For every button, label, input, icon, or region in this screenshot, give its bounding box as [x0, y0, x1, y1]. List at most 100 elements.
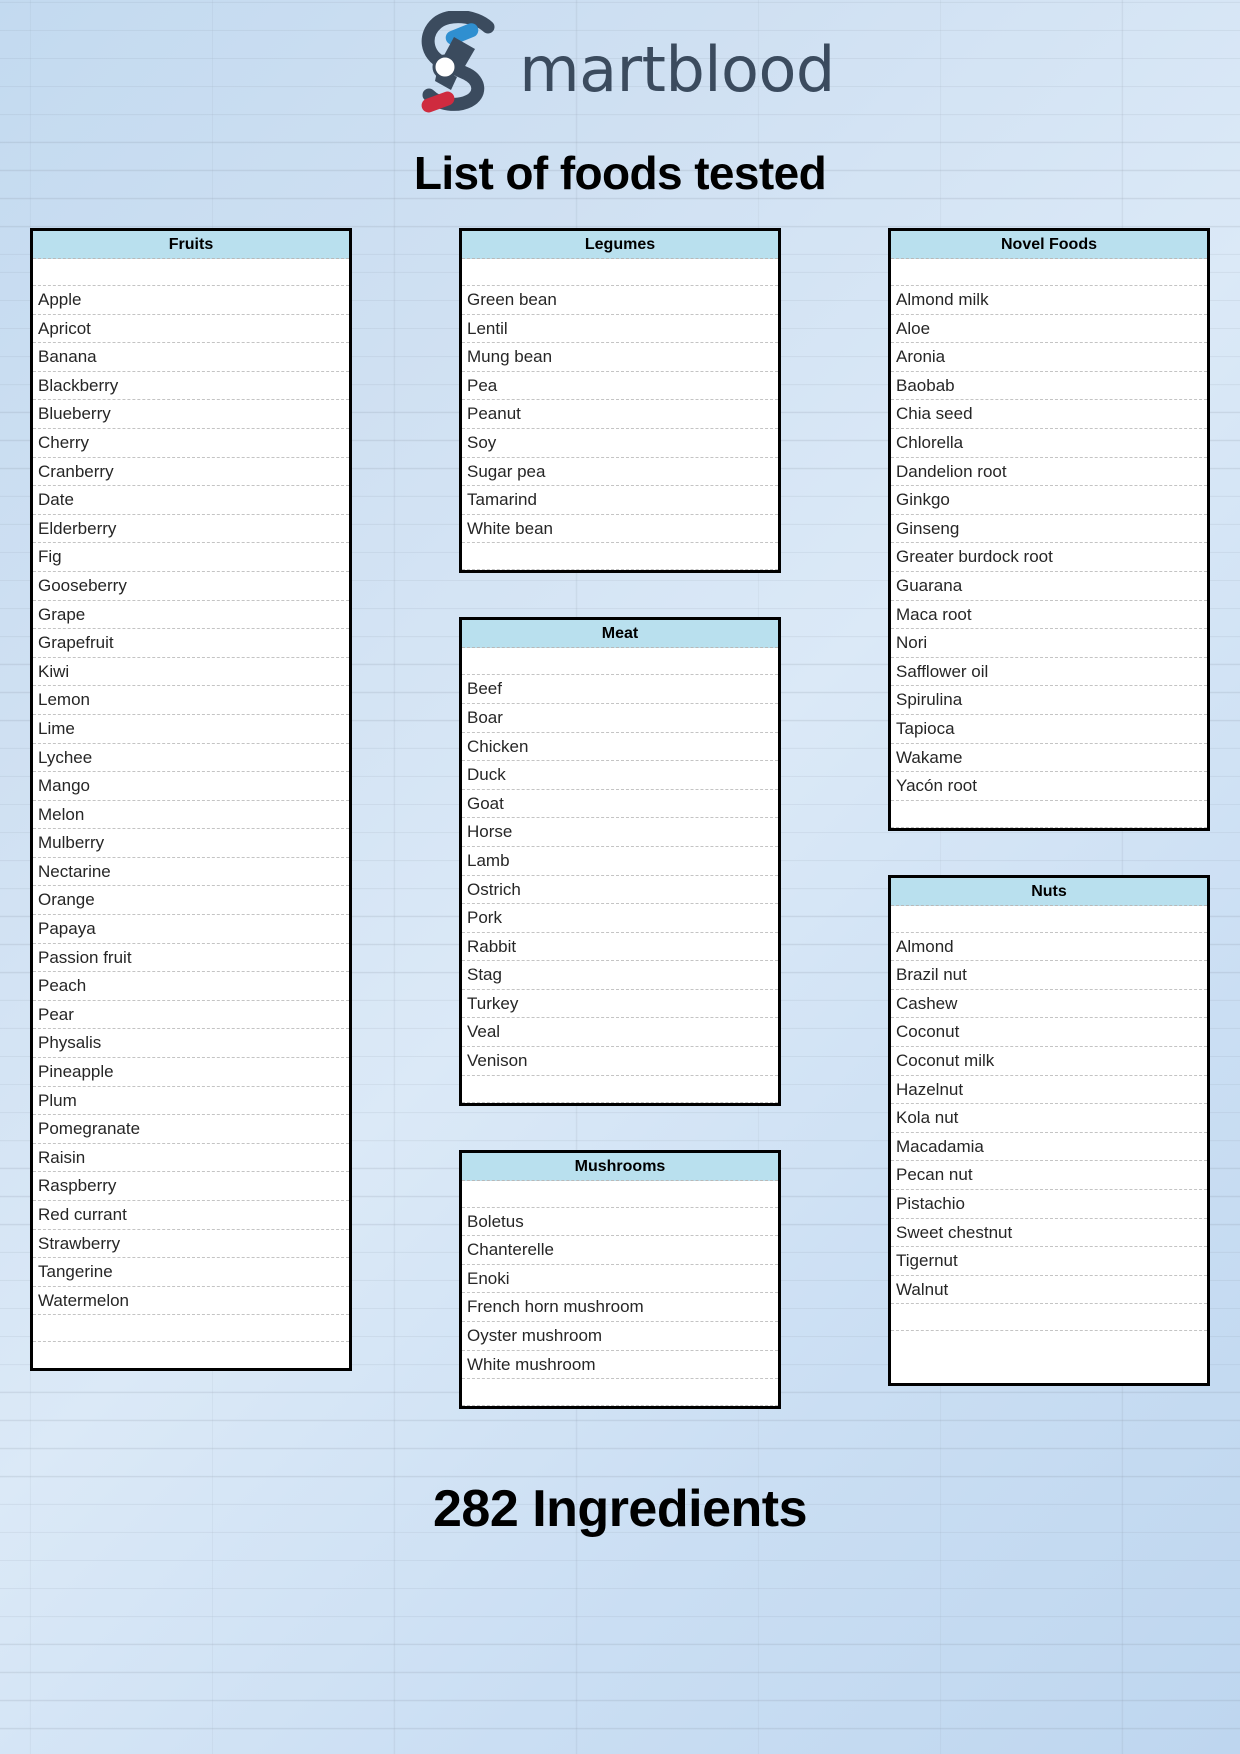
table-bottom-spacer [462, 1379, 778, 1407]
column-left: Fruits Apple Apricot Banana Blackberry Blueb… [30, 228, 352, 1372]
food-item: Chicken [462, 733, 778, 762]
table-bottom-spacer [462, 1075, 778, 1103]
food-item: Lemon [33, 686, 349, 715]
food-item: Chia seed [891, 400, 1207, 429]
food-item: Blueberry [33, 400, 349, 429]
food-item: Banana [33, 343, 349, 372]
food-item: Yacón root [891, 772, 1207, 801]
food-item: Gooseberry [33, 572, 349, 601]
table-header-mushrooms: Mushrooms [462, 1152, 778, 1181]
food-item: Rabbit [462, 933, 778, 962]
table-novel-foods: Novel Foods Almond milk Aloe Aronia Baobab C… [888, 228, 1210, 831]
food-item: Guarana [891, 572, 1207, 601]
table-header-legumes: Legumes [462, 231, 778, 259]
ingredient-count: 282 Ingredients [433, 1480, 807, 1539]
food-item: Boar [462, 704, 778, 733]
food-item: Lime [33, 715, 349, 744]
food-item: Tamarind [462, 486, 778, 515]
food-item: Turkey [462, 990, 778, 1019]
food-item: Ostrich [462, 876, 778, 905]
food-item: Almond milk [891, 286, 1207, 315]
food-item: Sugar pea [462, 458, 778, 487]
food-item: Walnut [891, 1276, 1207, 1305]
table-header-meat: Meat [462, 620, 778, 649]
table-bottom-pad [891, 1331, 1207, 1358]
food-item: Raisin [33, 1144, 349, 1173]
food-item: Grape [33, 601, 349, 630]
food-item: Aloe [891, 315, 1207, 344]
food-item: Physalis [33, 1029, 349, 1059]
food-item: Date [33, 486, 349, 515]
food-item: Baobab [891, 372, 1207, 401]
column-right: Novel Foods Almond milk Aloe Aronia Baobab C… [888, 228, 1210, 1387]
table-header-fruits: Fruits [33, 231, 349, 259]
food-item: Ginkgo [891, 486, 1207, 515]
table-bottom-spacer [891, 1304, 1207, 1332]
food-item: Red currant [33, 1201, 349, 1230]
food-item: Pistachio [891, 1190, 1207, 1219]
food-item: Fig [33, 543, 349, 572]
column-middle: Legumes Green bean Lentil Mung bean Pea Pean… [459, 228, 781, 1410]
table-bottom-pad [891, 1357, 1207, 1384]
food-item: Chlorella [891, 429, 1207, 458]
food-item: Boletus [462, 1208, 778, 1237]
food-item: Peach [33, 972, 349, 1001]
column-gap [888, 831, 1210, 875]
food-item: Pork [462, 904, 778, 933]
table-top-spacer [891, 259, 1207, 286]
food-item: Soy [462, 429, 778, 458]
food-item: Cashew [891, 990, 1207, 1019]
food-item: Greater burdock root [891, 543, 1207, 572]
food-item: Chanterelle [462, 1236, 778, 1265]
food-item: Lamb [462, 847, 778, 876]
food-item: Goat [462, 790, 778, 819]
food-item: Blackberry [33, 372, 349, 401]
food-item: Cranberry [33, 458, 349, 487]
food-item: Beef [462, 675, 778, 704]
foods-sheet: martblood List of foods tested Fruits Ap… [0, 0, 1240, 1539]
table-top-spacer [462, 259, 778, 286]
food-item: Aronia [891, 343, 1207, 372]
food-item: Peanut [462, 400, 778, 429]
food-item: Grapefruit [33, 629, 349, 658]
food-item: Oyster mushroom [462, 1322, 778, 1351]
food-item: Safflower oil [891, 658, 1207, 687]
food-item: Apple [33, 286, 349, 315]
food-item: Passion fruit [33, 944, 349, 973]
table-top-spacer [462, 1180, 778, 1208]
food-item: Nori [891, 629, 1207, 658]
table-bottom-pad [33, 1342, 349, 1369]
food-item: Apricot [33, 315, 349, 344]
food-item: Pecan nut [891, 1161, 1207, 1191]
food-item: Strawberry [33, 1230, 349, 1259]
table-header-novel-foods: Novel Foods [891, 231, 1207, 259]
food-item: Pea [462, 372, 778, 401]
food-item: Macadamia [891, 1133, 1207, 1162]
food-item: Cherry [33, 429, 349, 458]
table-body-novel-foods: Almond milk Aloe Aronia Baobab Chia seed Chlo… [891, 286, 1207, 801]
food-item: Papaya [33, 915, 349, 944]
food-item: Elderberry [33, 515, 349, 544]
column-gap [459, 1106, 781, 1150]
food-item: Horse [462, 818, 778, 847]
food-item: Duck [462, 761, 778, 790]
food-item: Melon [33, 801, 349, 830]
table-fruits: Fruits Apple Apricot Banana Blackberry Blueb… [30, 228, 352, 1372]
food-item: Almond [891, 933, 1207, 962]
food-item: White bean [462, 515, 778, 544]
microscope-s-logo-icon [405, 9, 517, 134]
food-item: Ginseng [891, 515, 1207, 544]
food-item: Green bean [462, 286, 778, 315]
food-item: Dandelion root [891, 458, 1207, 487]
brand-logo: martblood [0, 0, 1240, 128]
table-bottom-spacer [891, 800, 1207, 828]
table-body-fruits: Apple Apricot Banana Blackberry Blueberry Che… [33, 286, 349, 1316]
food-item: Orange [33, 886, 349, 916]
food-item: Raspberry [33, 1172, 349, 1201]
food-item: White mushroom [462, 1351, 778, 1380]
table-bottom-spacer [462, 543, 778, 571]
table-legumes: Legumes Green bean Lentil Mung bean Pea Pean… [459, 228, 781, 574]
food-item: Lychee [33, 744, 349, 773]
food-item: Mulberry [33, 829, 349, 858]
food-item: Sweet chestnut [891, 1219, 1207, 1248]
